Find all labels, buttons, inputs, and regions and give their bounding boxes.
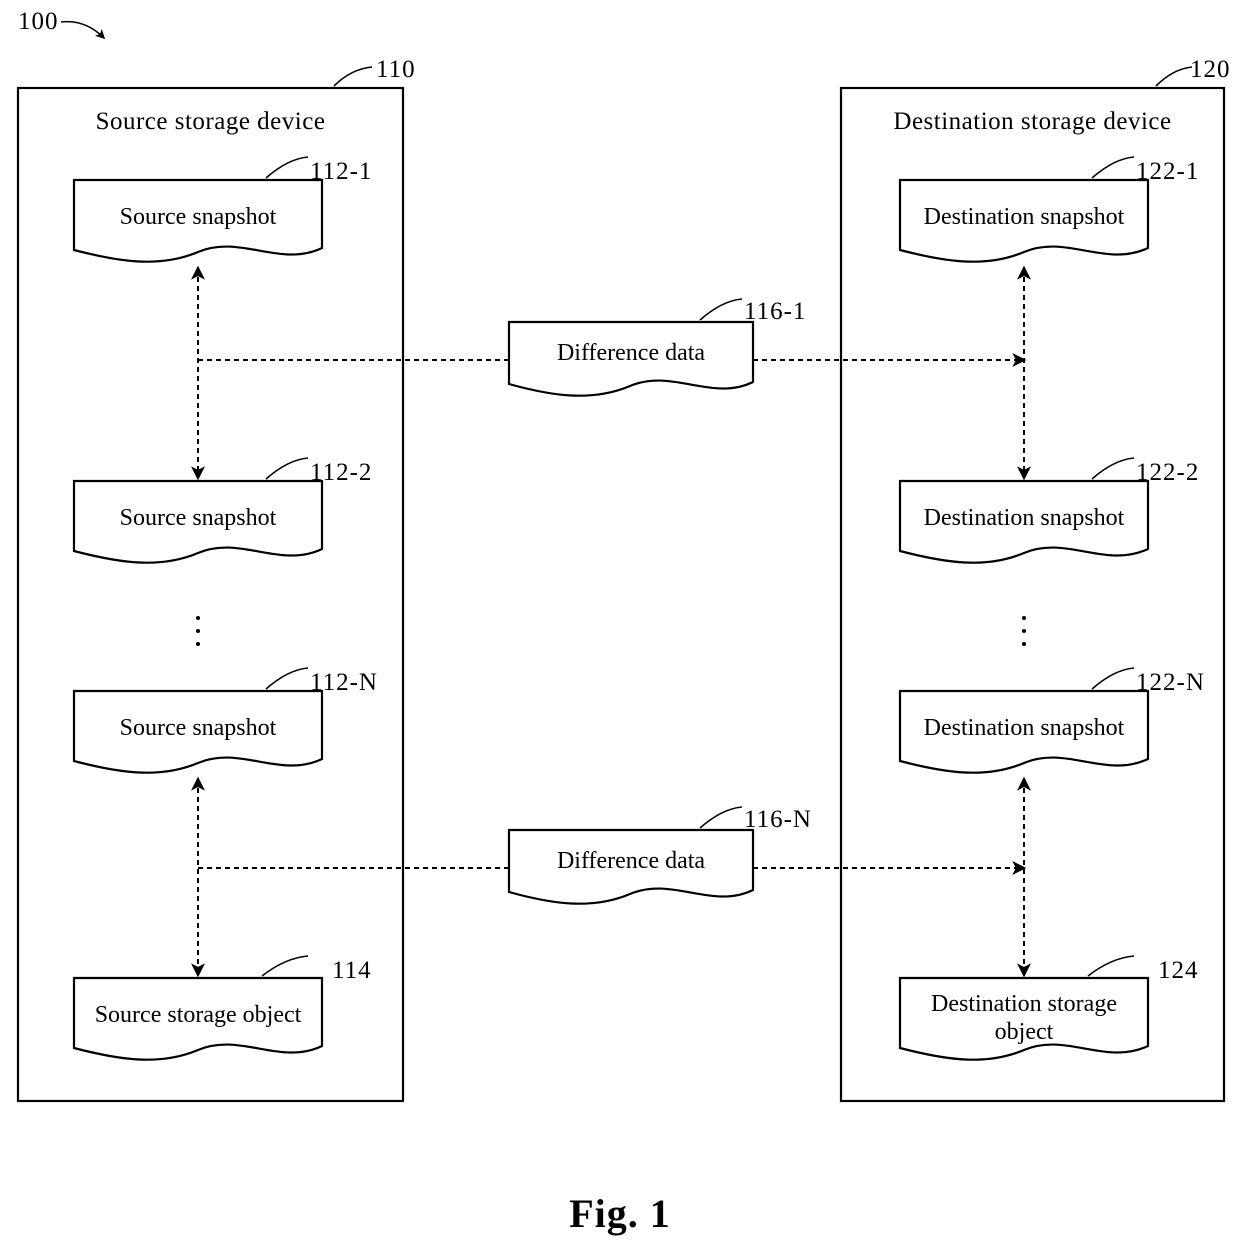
figure-caption: Fig. 1 [569,1191,671,1236]
figure-vector-layer [16,20,1226,1103]
destination-snapshot-2-ref: 122-2 [1136,459,1200,486]
destination-storage-object-ref: 124 [1158,957,1199,984]
source-storage-object-label: Source storage object [94,1002,302,1028]
source-snapshot-n-label: Source snapshot [119,715,277,741]
source-snapshot-n-ref: 112-N [310,669,378,696]
source-snapshot-2-label: Source snapshot [119,505,277,531]
source-storage-device-ref: 110 [376,56,416,83]
source-storage-object-ref: 114 [332,957,372,984]
difference-data-n-ref: 116-N [744,806,812,833]
destination-storage-device-ref: 120 [1190,56,1231,83]
source-snapshot-ellipsis [196,607,200,646]
system-reference-numeral: 100 [18,8,59,35]
destination-snapshot-n-ref: 122-N [1136,669,1205,696]
destination-snapshot-n-label: Destination snapshot [923,715,1125,741]
destination-snapshot-1-ref: 122-1 [1136,158,1200,185]
destination-snapshot-ellipsis [1022,607,1026,646]
source-snapshot-1-ref: 112-1 [310,158,373,185]
source-storage-device-title: Source storage device [95,108,326,135]
patent-figure-1: 100 Source storage device 110 Destinatio… [0,0,1240,1254]
system-ref-leader [60,20,106,40]
destination-snapshot-2-label: Destination snapshot [923,505,1125,531]
source-snapshot-1-label: Source snapshot [119,204,277,230]
destination-storage-object-label-line2: object [994,1019,1054,1045]
destination-storage-object-label-line1: Destination storage [931,991,1117,1017]
destination-storage-device-title: Destination storage device [893,108,1172,135]
difference-data-1-label: Difference data [556,340,706,366]
source-snapshot-2-ref: 112-2 [310,459,373,486]
destination-snapshot-1-label: Destination snapshot [923,204,1125,230]
difference-data-1-ref: 116-1 [744,298,807,325]
difference-data-n-label: Difference data [556,848,706,874]
